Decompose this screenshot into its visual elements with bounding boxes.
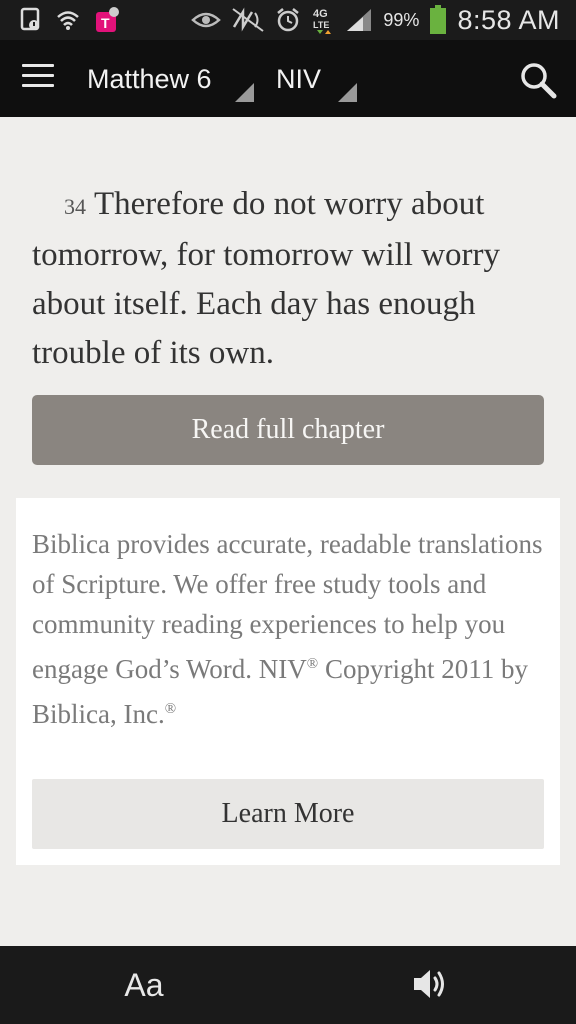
battery-icon bbox=[429, 5, 447, 35]
audio-button[interactable] bbox=[410, 966, 454, 1006]
signal-icon bbox=[345, 7, 373, 33]
book-chapter-label: Matthew 6 bbox=[87, 64, 212, 94]
nfc-icon bbox=[231, 7, 265, 33]
battery-percent: 99% bbox=[383, 9, 420, 30]
svg-text:4G: 4G bbox=[313, 8, 328, 20]
app-bar: Matthew 6 NIV bbox=[0, 40, 576, 117]
version-selector[interactable]: NIV bbox=[276, 60, 362, 102]
alarm-icon bbox=[275, 7, 301, 33]
screenshot-icon bbox=[20, 7, 42, 33]
tmobile-icon: T bbox=[94, 6, 120, 34]
svg-text:T: T bbox=[101, 15, 110, 31]
status-bar: T 4G LTE 99% 8:58 AM bbox=[0, 0, 576, 40]
lte-icon: 4G LTE bbox=[311, 5, 335, 35]
wifi-icon bbox=[56, 8, 80, 32]
status-left-icons: T bbox=[20, 6, 120, 34]
read-full-chapter-button[interactable]: Read full chapter bbox=[32, 395, 544, 465]
font-size-button[interactable]: Aa bbox=[104, 960, 184, 1010]
book-chapter-selector[interactable]: Matthew 6 bbox=[87, 60, 257, 102]
menu-icon bbox=[22, 64, 54, 67]
learn-more-button[interactable]: Learn More bbox=[32, 779, 544, 849]
publisher-info-card: Biblica provides accurate, readable tran… bbox=[16, 498, 560, 865]
verse-text: Therefore do not worry about tomorrow, f… bbox=[32, 186, 501, 371]
dropdown-triangle-icon bbox=[235, 83, 254, 102]
verse-number: 34 bbox=[64, 194, 86, 219]
bottom-bar: Aa bbox=[0, 946, 576, 1024]
search-icon bbox=[521, 63, 557, 99]
eye-icon bbox=[191, 10, 222, 30]
version-label: NIV bbox=[276, 64, 322, 94]
volume-icon bbox=[414, 970, 444, 998]
verse-text-block: 34 Therefore do not worry about tomorrow,… bbox=[32, 180, 552, 378]
dropdown-triangle-icon bbox=[338, 83, 357, 102]
menu-button[interactable] bbox=[22, 64, 54, 92]
clock: 8:58 AM bbox=[457, 4, 560, 35]
registered-mark: ® bbox=[306, 656, 319, 672]
search-button[interactable] bbox=[518, 60, 558, 100]
publisher-description: Biblica provides accurate, readable tran… bbox=[32, 524, 547, 734]
registered-mark: ® bbox=[164, 701, 177, 717]
status-right-icons: 4G LTE 99% 8:58 AM bbox=[191, 0, 560, 40]
svg-text:LTE: LTE bbox=[313, 20, 329, 30]
